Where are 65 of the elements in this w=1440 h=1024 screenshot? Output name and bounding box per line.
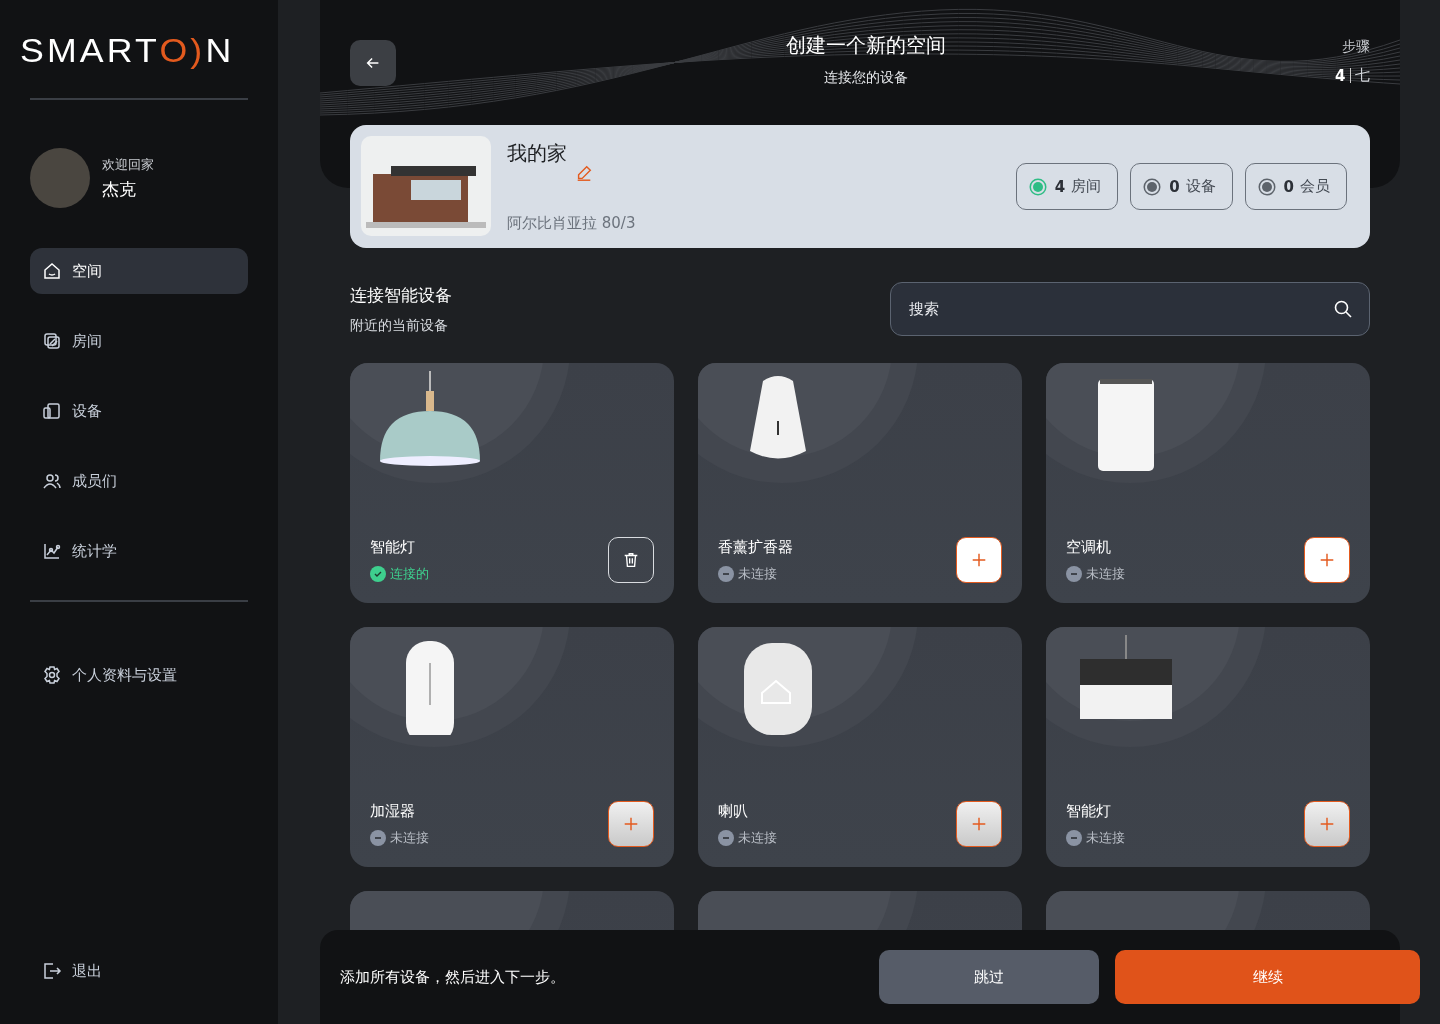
section-title: 连接智能设备 xyxy=(350,284,452,307)
chart-icon xyxy=(42,541,62,561)
page-title: 创建一个新的空间 xyxy=(785,32,946,59)
device-name: 喇叭 xyxy=(718,801,749,821)
nav-item[interactable]: 统计学 xyxy=(30,528,248,574)
delete-button[interactable] xyxy=(608,537,654,583)
stat-label: 会员 xyxy=(1300,177,1330,196)
settings-icon xyxy=(42,665,62,685)
greeting: 欢迎回家 xyxy=(102,155,154,174)
add-button[interactable] xyxy=(1304,801,1350,847)
connection-status: 未连接 xyxy=(1086,828,1125,847)
connection-status: 未连接 xyxy=(390,828,429,847)
search-icon xyxy=(1333,299,1353,319)
footer-message: 添加所有设备，然后进入下一步。 xyxy=(340,967,566,987)
device-name: 智能灯 xyxy=(1066,801,1112,821)
page-subtitle: 连接您的设备 xyxy=(823,69,908,87)
add-button[interactable] xyxy=(608,801,654,847)
nav-item[interactable]: 房间 xyxy=(30,318,248,364)
add-button[interactable] xyxy=(956,537,1002,583)
settings-link[interactable]: 个人资料与设置 xyxy=(30,652,189,698)
plus-icon xyxy=(622,815,640,833)
stat-count: 0 xyxy=(1283,177,1294,196)
stat-count: 0 xyxy=(1169,177,1180,196)
connection-status: 未连接 xyxy=(1086,564,1125,583)
connection-status: 连接的 xyxy=(390,564,429,583)
device-name: 香薰扩香器 xyxy=(718,537,793,557)
plus-icon xyxy=(970,551,988,569)
step-current: 4 xyxy=(1335,66,1346,85)
device-name: 空调机 xyxy=(1066,537,1112,557)
nav-item[interactable]: 空间 xyxy=(30,248,248,294)
nav-item[interactable]: 成员们 xyxy=(30,458,248,504)
continue-button[interactable]: 继续 xyxy=(1115,950,1420,1004)
trash-icon xyxy=(622,551,640,569)
nav-item[interactable]: 设备 xyxy=(30,388,248,434)
user-name: 杰克 xyxy=(102,177,137,201)
step-label: 步骤 xyxy=(1342,38,1370,56)
device-name: 智能灯 xyxy=(370,537,416,557)
logout-link[interactable]: 退出 xyxy=(30,948,114,994)
section-subtitle: 附近的当前设备 xyxy=(350,317,449,335)
home-address: 阿尔比肖亚拉 80/3 xyxy=(507,214,636,233)
connection-status: 未连接 xyxy=(738,828,777,847)
logo: SMARTO)N xyxy=(20,30,236,70)
plus-icon xyxy=(970,815,988,833)
plus-icon xyxy=(1318,815,1336,833)
connection-status: 未连接 xyxy=(738,564,777,583)
add-button[interactable] xyxy=(1304,537,1350,583)
home-icon xyxy=(42,261,62,281)
search-input[interactable]: 搜索 xyxy=(907,299,1333,319)
device-name: 加湿器 xyxy=(370,801,416,821)
stat-count: 4 xyxy=(1054,177,1066,196)
step-total: 七 xyxy=(1355,66,1370,85)
layers-icon xyxy=(42,331,62,351)
back-button[interactable] xyxy=(350,40,396,86)
plus-icon xyxy=(1318,551,1336,569)
logout-icon xyxy=(42,961,62,981)
avatar xyxy=(30,148,90,208)
add-button[interactable] xyxy=(956,801,1002,847)
skip-button[interactable]: 跳过 xyxy=(879,950,1099,1004)
users-icon xyxy=(42,471,62,491)
stat-label: 设备 xyxy=(1185,177,1216,196)
home-name: 我的家 xyxy=(507,140,567,167)
search-field[interactable]: 搜索 xyxy=(890,282,1370,336)
edit-icon[interactable] xyxy=(575,164,593,182)
devices-icon xyxy=(42,401,62,421)
stat-label: 房间 xyxy=(1071,177,1102,196)
